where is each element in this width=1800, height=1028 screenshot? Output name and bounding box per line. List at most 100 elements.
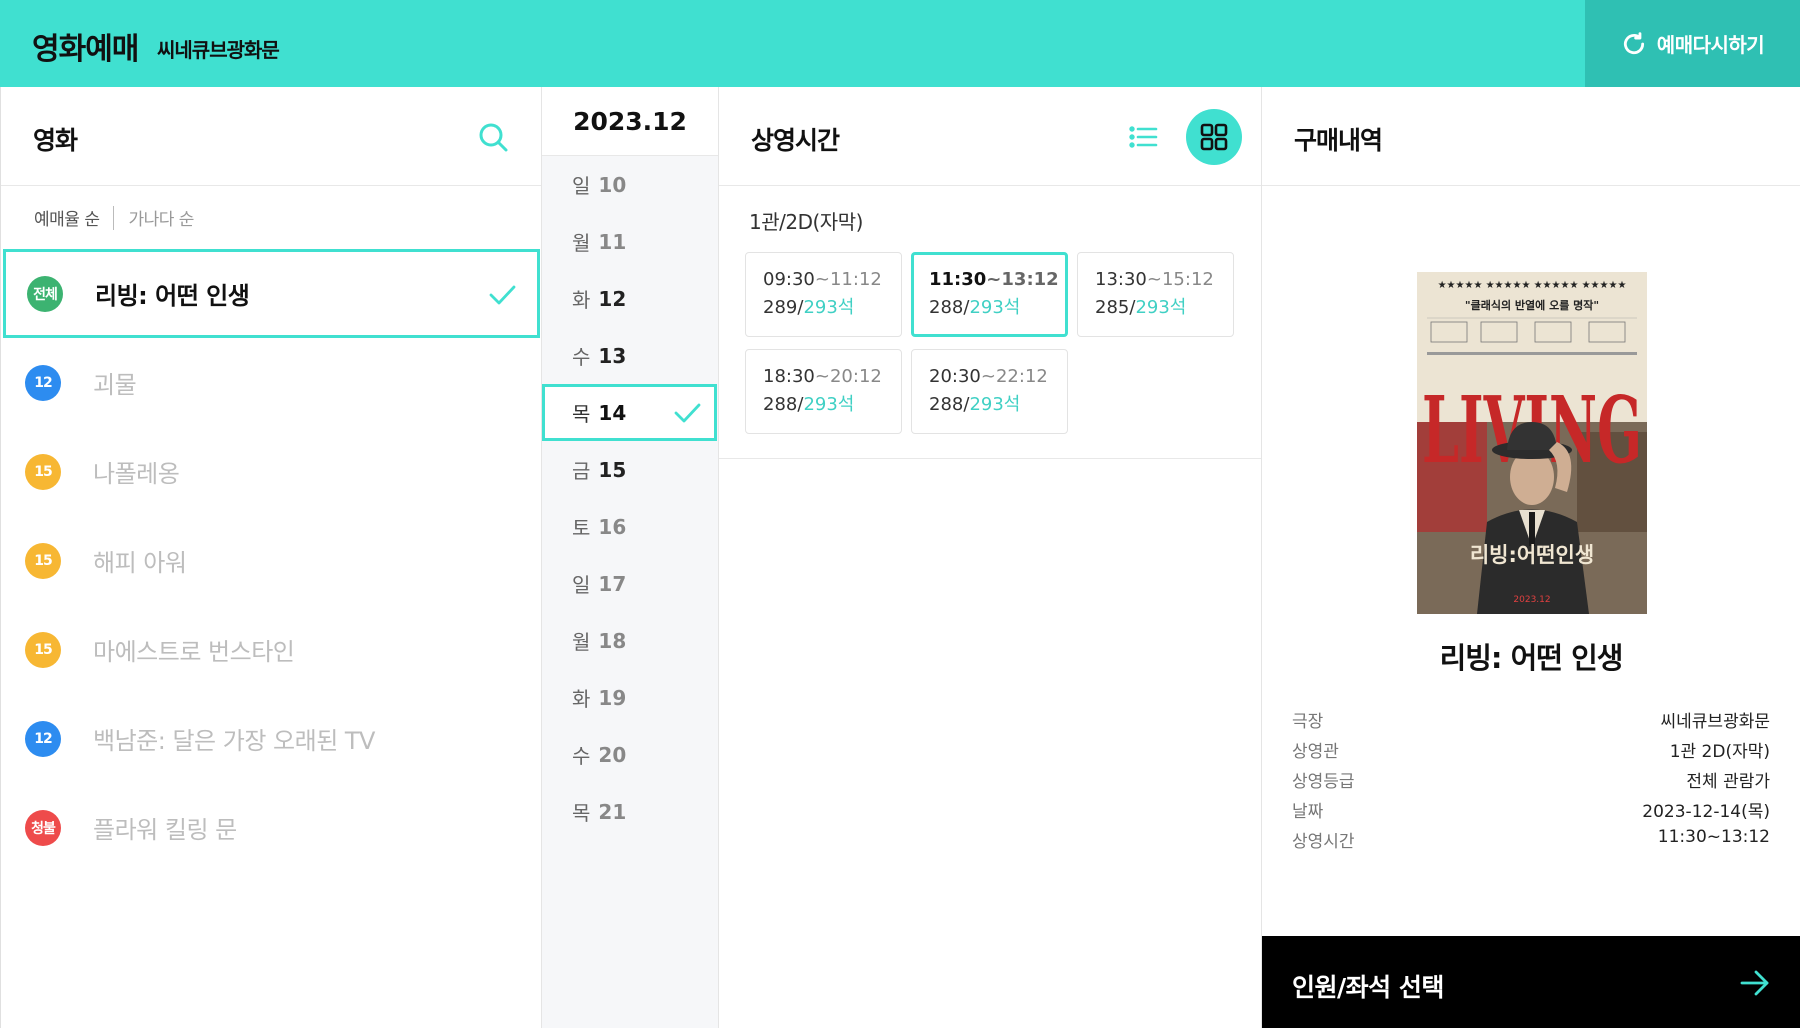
date-item[interactable]: 수 13 [542, 327, 718, 384]
info-key: 상영시간 [1292, 832, 1355, 852]
date-weekday: 월 [572, 630, 591, 654]
info-value: 2023-12-14(목) [1642, 802, 1770, 822]
date-item[interactable]: 일 10 [542, 156, 718, 213]
showtime-grid: 09:30~11:12 289/293석 11:30~13:12 288/293석 13… [745, 252, 1237, 434]
screen-name: 1관/2D(자막) [749, 210, 863, 234]
seats-total: 293석 [969, 297, 1021, 318]
date-item[interactable]: 월 18 [542, 612, 718, 669]
rating-badge: 청불 [25, 809, 61, 846]
showtime-time: 09:30~11:12 [763, 269, 901, 290]
showtime-time: 20:30~22:12 [929, 366, 1067, 387]
select-seat-button[interactable]: 인원/좌석 선택 [1262, 936, 1800, 1028]
date-item[interactable]: 수 20 [542, 726, 718, 783]
movie-item[interactable]: 전체 리빙: 어떤 인생 [3, 249, 540, 338]
search-icon[interactable] [477, 121, 509, 153]
cinema-name: 씨네큐브광화문 [157, 38, 280, 62]
showtime-end: 13:12 [1001, 269, 1059, 290]
seats-remaining: 288 [763, 394, 798, 415]
rating-badge: 15 [25, 631, 61, 668]
date-day: 16 [598, 514, 627, 539]
date-item[interactable]: 목 14 [542, 384, 717, 441]
date-item[interactable]: 월 11 [542, 213, 718, 270]
seats-total: 293석 [803, 297, 855, 318]
showtime-start: 13:30 [1095, 269, 1147, 290]
info-row: 상영등급 전체 관람가 [1292, 767, 1770, 797]
date-item[interactable]: 화 19 [542, 669, 718, 726]
rating-badge: 15 [25, 542, 61, 579]
showtime-time: 11:30~13:12 [929, 269, 1065, 290]
showtime-card[interactable]: 11:30~13:12 288/293석 [911, 252, 1068, 337]
list-view-icon[interactable] [1127, 121, 1159, 153]
info-row: 극장 씨네큐브광화문 [1292, 707, 1770, 737]
date-month: 2023.12 [573, 106, 687, 136]
sort-by-rate[interactable]: 예매율 순 [34, 205, 100, 230]
showtime-seats: 289/293석 [763, 293, 901, 319]
showtime-seats: 288/293석 [929, 390, 1067, 416]
seats-total: 293석 [1135, 297, 1187, 318]
date-item[interactable]: 금 15 [542, 441, 718, 498]
info-row: 상영시간 11:30~13:12 [1292, 827, 1770, 857]
poster-quote: "클래식의 반열에 오를 명작" [1465, 298, 1599, 312]
movie-title: 나폴레옹 [93, 460, 180, 488]
showtime-panel-header: 상영시간 [719, 87, 1261, 186]
seats-total: 293석 [969, 394, 1021, 415]
seats-remaining: 288 [929, 394, 964, 415]
movie-item[interactable]: 12 백남준: 달은 가장 오래된 TV [1, 694, 541, 783]
movie-panel: 영화 예매율 순 가나다 순 전체 리빙: 어떤 인생 12 괴물 15 나폴레옹 15 해피… [0, 87, 542, 1028]
date-weekday: 월 [572, 231, 591, 255]
movie-item[interactable]: 15 나폴레옹 [1, 427, 541, 516]
summary-movie-title: 리빙: 어떤 인생 [1439, 641, 1624, 675]
screen-block: 1관/2D(자막) 09:30~11:12 289/293석 11:30~13:12… [719, 186, 1261, 459]
date-day: 19 [598, 685, 627, 710]
date-item[interactable]: 목 21 [542, 783, 718, 840]
showtime-time: 13:30~15:12 [1095, 269, 1233, 290]
date-day: 13 [598, 343, 627, 368]
movie-item[interactable]: 12 괴물 [1, 338, 541, 427]
sort-divider [113, 205, 115, 230]
showtime-card[interactable]: 18:30~20:12 288/293석 [745, 349, 902, 434]
movie-title: 마에스트로 번스타인 [93, 638, 295, 666]
poster-art: ★★★★★ ★★★★★ ★★★★★ ★★★★★ "클래식의 반열에 오를 명작"… [1417, 272, 1647, 614]
showtime-tilde: ~ [1146, 269, 1162, 290]
info-key: 상영관 [1292, 742, 1339, 762]
grid-view-button[interactable] [1186, 109, 1242, 165]
sort-by-name[interactable]: 가나다 순 [128, 205, 194, 230]
showtime-seats: 285/293석 [1095, 293, 1233, 319]
info-key: 상영등급 [1292, 772, 1355, 792]
showtime-card[interactable]: 20:30~22:12 288/293석 [911, 349, 1068, 434]
rating-badge: 12 [25, 364, 61, 401]
date-day: 11 [598, 229, 627, 254]
date-weekday: 일 [572, 174, 591, 198]
showtime-panel-title: 상영시간 [751, 126, 840, 155]
date-weekday: 일 [572, 573, 591, 597]
showtime-end: 22:12 [995, 366, 1048, 387]
movie-item[interactable]: 청불 플라워 킬링 문 [1, 783, 541, 872]
date-item[interactable]: 토 16 [542, 498, 718, 555]
reset-booking-button[interactable]: 예매다시하기 [1585, 0, 1800, 87]
movie-item[interactable]: 15 마에스트로 번스타인 [1, 605, 541, 694]
seats-remaining: 288 [929, 297, 964, 318]
showtime-start: 09:30 [763, 269, 815, 290]
showtime-tilde: ~ [986, 269, 1002, 290]
date-weekday: 수 [572, 744, 591, 768]
date-weekday: 화 [572, 288, 591, 312]
date-weekday: 토 [572, 516, 591, 540]
check-icon [674, 403, 701, 423]
select-seat-label: 인원/좌석 선택 [1292, 973, 1444, 1002]
movie-title: 괴물 [93, 371, 137, 399]
movie-title: 해피 아워 [93, 549, 187, 577]
movie-panel-title: 영화 [33, 126, 78, 155]
showtime-card[interactable]: 09:30~11:12 289/293석 [745, 252, 902, 337]
movie-item[interactable]: 15 해피 아워 [1, 516, 541, 605]
date-item[interactable]: 일 17 [542, 555, 718, 612]
showtime-card[interactable]: 13:30~15:12 285/293석 [1077, 252, 1234, 337]
rating-badge: 12 [25, 720, 61, 757]
showtime-end: 11:12 [829, 269, 882, 290]
date-panel-header: 2023.12 [542, 87, 718, 156]
showtime-start: 18:30 [763, 366, 815, 387]
movie-poster: ★★★★★ ★★★★★ ★★★★★ ★★★★★ "클래식의 반열에 오를 명작"… [1417, 272, 1647, 614]
showtime-tilde: ~ [814, 269, 830, 290]
date-item[interactable]: 화 12 [542, 270, 718, 327]
movie-panel-header: 영화 [1, 87, 541, 186]
movie-title: 플라워 킬링 문 [93, 816, 237, 844]
